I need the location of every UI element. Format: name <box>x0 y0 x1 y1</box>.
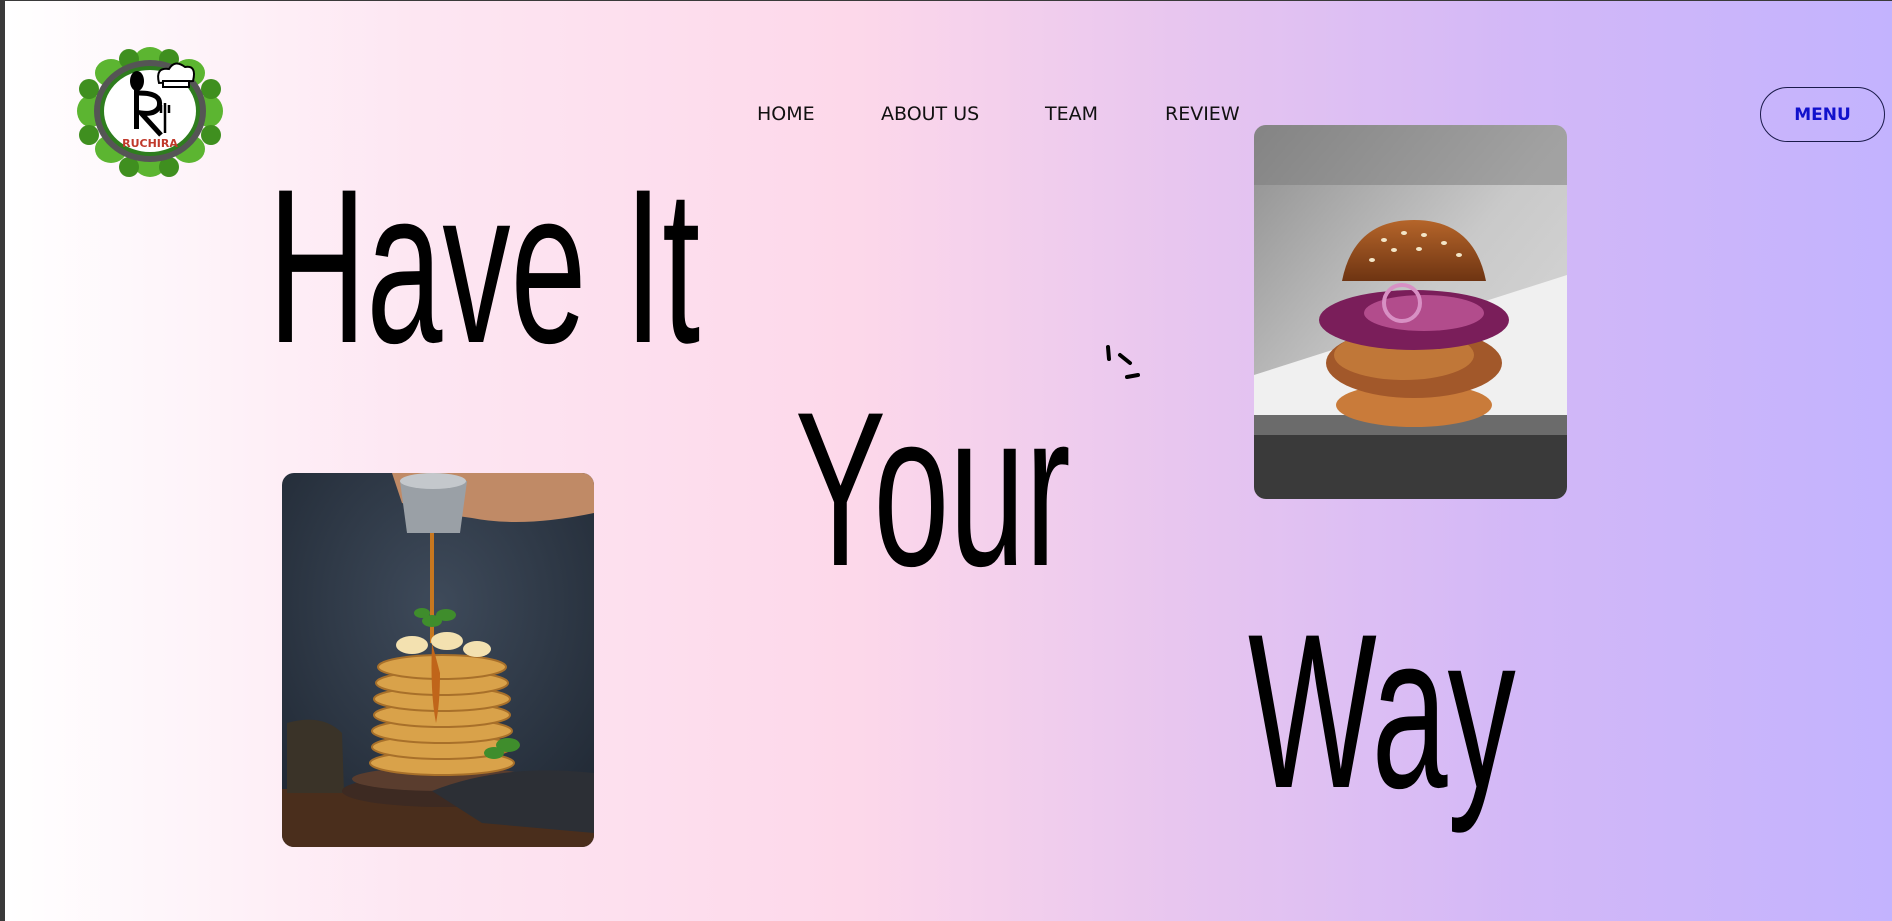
hero-line-3: Way <box>1248 588 1516 834</box>
pancake-stack-photo <box>282 473 594 847</box>
nav-team[interactable]: TEAM <box>1045 103 1098 125</box>
nav-review[interactable]: REVIEW <box>1165 103 1240 125</box>
sparkle-icon <box>1106 345 1140 379</box>
nav-about-us[interactable]: ABOUT US <box>881 103 979 125</box>
hero-line-1: Have It <box>268 143 701 389</box>
logo-text: RUCHIRA <box>122 137 178 150</box>
landing-page: RUCHIRA HOME ABOUT US TEAM REVIEW MENU H… <box>5 1 1892 921</box>
ruchira-logo[interactable]: RUCHIRA <box>71 43 229 179</box>
nav-home[interactable]: HOME <box>757 103 815 125</box>
hero-line-2: Your <box>795 366 1071 612</box>
menu-button[interactable]: MENU <box>1760 87 1885 142</box>
burger-photo <box>1254 125 1567 499</box>
